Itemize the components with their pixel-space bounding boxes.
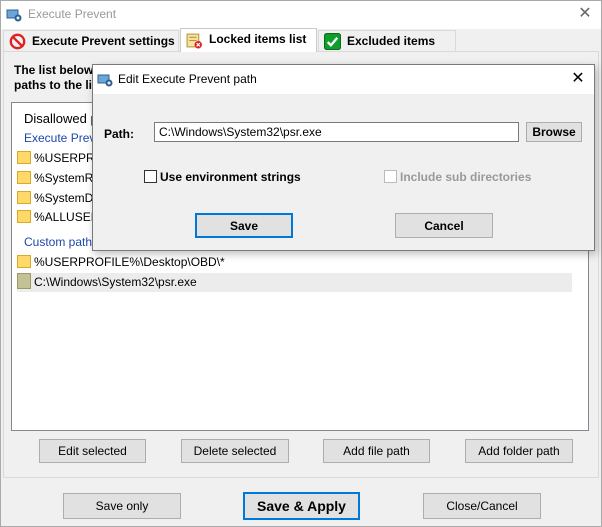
- window-title: Execute Prevent: [28, 7, 117, 21]
- edit-selected-button[interactable]: Edit selected: [39, 439, 146, 463]
- dialog-save-button[interactable]: Save: [195, 213, 293, 238]
- folder-icon: [17, 171, 31, 184]
- title-bar: Execute Prevent ✕: [1, 1, 601, 29]
- app-icon: [6, 9, 22, 22]
- tab-excluded-items-list[interactable]: Excluded items list: [318, 30, 456, 68]
- tab-execute-prevent-settings[interactable]: Execute Prevent settings: [3, 30, 179, 51]
- group-label-custom-paths: Custom paths: [24, 235, 99, 249]
- path-label: Path:: [104, 127, 134, 141]
- folder-icon: [17, 210, 31, 223]
- path-input[interactable]: [154, 122, 519, 142]
- add-folder-path-button[interactable]: Add folder path: [465, 439, 573, 463]
- delete-selected-button[interactable]: Delete selected: [181, 439, 289, 463]
- dialog-cancel-button[interactable]: Cancel: [395, 213, 493, 238]
- dialog-title-bar: Edit Execute Prevent path ✕: [93, 65, 594, 94]
- folder-icon: [17, 151, 31, 164]
- save-only-button[interactable]: Save only: [63, 493, 181, 519]
- tab-locked-items-list[interactable]: Locked items list: [180, 28, 317, 52]
- list-item[interactable]: %USERPROFILE%\Desktop\OBD\*: [17, 253, 225, 272]
- file-icon: [17, 273, 31, 289]
- tab-label: Locked items list: [209, 32, 307, 46]
- folder-icon: [17, 255, 31, 268]
- list-item-selected[interactable]: C:\Windows\System32\psr.exe: [17, 273, 572, 292]
- add-file-path-button[interactable]: Add file path: [323, 439, 430, 463]
- checkbox-box[interactable]: [144, 170, 157, 183]
- use-environment-strings-checkbox[interactable]: Use environment strings: [144, 170, 301, 185]
- close-cancel-button[interactable]: Close/Cancel: [423, 493, 541, 519]
- app-icon: [97, 74, 113, 87]
- folder-icon: [17, 191, 31, 204]
- tab-label: Execute Prevent settings: [32, 34, 175, 48]
- checkmark-icon: [324, 33, 341, 50]
- locked-folder-icon: [186, 33, 202, 49]
- checkbox-box: [384, 170, 397, 183]
- prohibited-icon: [9, 33, 26, 50]
- include-sub-directories-checkbox: Include sub directories: [384, 170, 531, 185]
- dialog-close-button[interactable]: ✕: [562, 65, 594, 94]
- dialog-title: Edit Execute Prevent path: [118, 72, 257, 86]
- browse-button[interactable]: Browse: [526, 122, 582, 142]
- edit-path-dialog: Edit Execute Prevent path ✕ Path: Browse…: [92, 64, 595, 251]
- save-and-apply-button[interactable]: Save & Apply: [243, 492, 360, 520]
- window-close-button[interactable]: ✕: [569, 1, 601, 29]
